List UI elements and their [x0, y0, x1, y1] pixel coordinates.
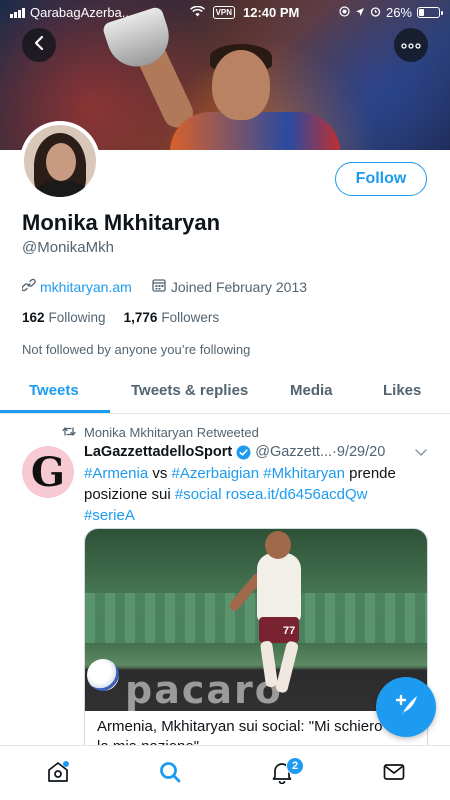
hashtag-seriea[interactable]: #serieA: [84, 507, 135, 524]
tweet-link[interactable]: rosea.it/d6456acdQw: [226, 486, 368, 503]
search-icon: [158, 760, 182, 789]
calendar-icon: [152, 278, 166, 295]
location-icon: [339, 5, 350, 20]
hashtag-mkhitaryan[interactable]: #Mkhitaryan: [263, 465, 345, 482]
soccer-ball: [87, 659, 119, 691]
player-shirt: [257, 553, 301, 623]
profile-meta: mkhitaryan.am Joined February 2013: [21, 278, 308, 295]
vpn-badge: VPN: [212, 5, 236, 19]
compose-tweet-icon: [391, 690, 421, 725]
battery-level: [419, 8, 424, 16]
mail-icon: [382, 760, 406, 789]
hashtag-azerbaigian[interactable]: #Azerbaigian: [172, 465, 260, 482]
followers-count[interactable]: 1,776: [124, 310, 158, 325]
nav-home[interactable]: [44, 760, 72, 788]
retweet-icon: [62, 425, 76, 440]
chevron-left-icon: [32, 35, 46, 56]
notifications-badge: 2: [286, 757, 304, 775]
profile-tabs: Tweets Tweets & replies Media Likes: [0, 370, 450, 414]
wifi-icon: [189, 5, 205, 20]
following-label[interactable]: Following: [49, 310, 106, 325]
tab-media[interactable]: Media: [290, 382, 333, 399]
avatar-face: [46, 143, 76, 181]
tweet-header: LaGazzettadelloSport @Gazzett... · 9/29/…: [84, 444, 434, 460]
battery-percent: 26%: [385, 4, 412, 20]
tweet-author-name[interactable]: LaGazzettadelloSport: [84, 444, 232, 460]
tab-likes[interactable]: Likes: [383, 382, 421, 399]
nav-search[interactable]: [156, 760, 184, 788]
joined-date: Joined February 2013: [170, 278, 308, 295]
avatar[interactable]: [20, 121, 100, 201]
more-options-button[interactable]: [394, 28, 428, 62]
battery-icon: [417, 6, 443, 18]
followers-label[interactable]: Followers: [161, 310, 219, 325]
tweet-text: #Armenia vs #Azerbaigian #Mkhitaryan pre…: [84, 463, 434, 526]
compose-tweet-button[interactable]: [376, 677, 436, 737]
navigation-arrow-icon: [355, 5, 365, 20]
link-preview-card[interactable]: pacaro 77 Armenia, Mkhitaryan sui social…: [84, 528, 428, 768]
following-count[interactable]: 162: [22, 310, 45, 325]
user-handle: @MonikaMkh: [22, 239, 114, 256]
player-number: 77: [283, 625, 296, 637]
hashtag-social[interactable]: #social: [175, 486, 222, 503]
tweet-author-avatar[interactable]: G: [22, 446, 74, 498]
retweet-context: Monika Mkhitaryan Retweeted: [62, 425, 259, 440]
signal-strength-icon: [10, 7, 25, 18]
retweet-label[interactable]: Monika Mkhitaryan Retweeted: [84, 425, 259, 440]
banner-person-body: [170, 112, 340, 150]
alarm-icon: [370, 5, 381, 20]
tab-tweets[interactable]: Tweets: [29, 382, 79, 399]
avatar-letter: G: [30, 448, 66, 496]
active-tab-indicator: [0, 410, 110, 413]
tweet-date: 9/29/20: [336, 444, 386, 460]
banner-person-head: [212, 50, 270, 120]
tweet-text-segment: vs: [148, 465, 172, 482]
display-name: Monika Mkhitaryan: [22, 210, 221, 235]
more-dots-icon: [401, 36, 421, 54]
verified-badge-icon: [236, 445, 251, 460]
player-head: [265, 531, 291, 559]
tweet-author-handle[interactable]: @Gazzett...: [255, 444, 332, 460]
back-button[interactable]: [22, 28, 56, 62]
link-icon: [21, 278, 36, 295]
not-followed-notice: Not followed by anyone you’re following: [22, 342, 251, 357]
home-unread-dot: [63, 761, 69, 767]
card-image: pacaro 77: [85, 529, 427, 711]
tab-tweets-and-replies[interactable]: Tweets & replies: [131, 382, 248, 399]
nav-messages[interactable]: [380, 760, 408, 788]
status-bar: QarabagAzerba... VPN 12:40 PM 26%: [0, 0, 450, 24]
follow-counts: 162 Following 1,776 Followers: [22, 310, 219, 325]
follow-button[interactable]: Follow: [335, 162, 427, 196]
chevron-down-icon[interactable]: [414, 448, 428, 457]
bottom-navigation: 2: [0, 745, 450, 800]
hashtag-armenia[interactable]: #Armenia: [84, 465, 148, 482]
clock: 12:40 PM: [243, 4, 300, 20]
website-link[interactable]: mkhitaryan.am: [40, 279, 132, 295]
carrier-area: QarabagAzerba...: [10, 5, 150, 20]
carrier-name: QarabagAzerba...: [30, 4, 133, 20]
